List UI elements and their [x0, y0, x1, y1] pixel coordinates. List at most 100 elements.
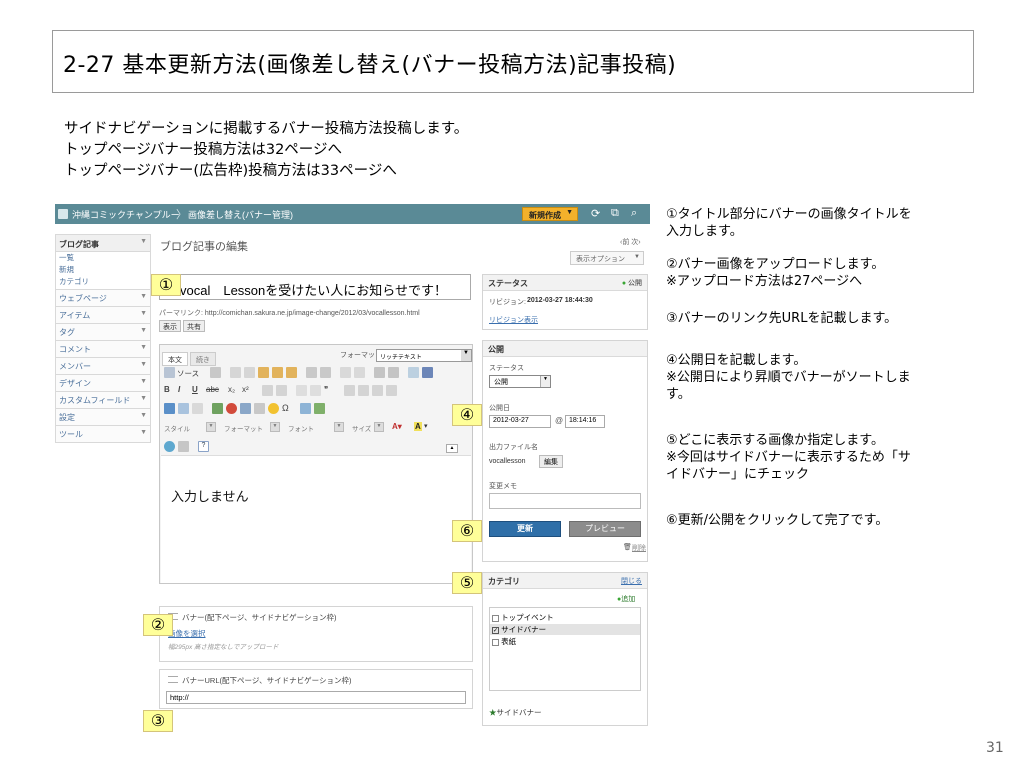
checkbox-unchecked[interactable]: [492, 614, 499, 622]
sidebar-item-custom-field[interactable]: カスタムフィールド ▼: [55, 392, 151, 409]
preview-doc-icon[interactable]: [210, 367, 221, 378]
editor-body[interactable]: 入力しません: [161, 455, 471, 583]
page-break-icon[interactable]: [300, 403, 311, 414]
bg-color-icon[interactable]: A: [414, 422, 422, 431]
chevron-down-icon[interactable]: ▼: [206, 422, 216, 432]
home-icon[interactable]: [58, 209, 68, 219]
publish-date-input[interactable]: 2012-03-27: [489, 415, 551, 428]
sidebar-sub-list[interactable]: 一覧: [55, 252, 151, 264]
close-link[interactable]: 閉じる: [621, 576, 642, 586]
category-item[interactable]: 表紙: [490, 636, 640, 647]
delete-link[interactable]: 削除: [632, 543, 646, 553]
help-icon[interactable]: ?: [198, 441, 209, 452]
chevron-down-icon[interactable]: ▼: [374, 422, 384, 432]
find-icon[interactable]: [374, 367, 385, 378]
align-justify-icon[interactable]: [386, 385, 397, 396]
style-select-label[interactable]: スタイル: [164, 423, 190, 433]
sidebar-item-blog[interactable]: ブログ記事 ▼: [55, 234, 151, 252]
sidebar-item-member[interactable]: メンバー ▼: [55, 358, 151, 375]
preview-button[interactable]: プレビュー: [569, 521, 641, 537]
tab-more[interactable]: 続き: [190, 352, 216, 366]
revision-link[interactable]: リビジョン表示: [489, 315, 538, 325]
globe-icon[interactable]: [164, 441, 175, 452]
new-create-button[interactable]: 新規作成 ▼: [522, 207, 578, 221]
permalink-url[interactable]: http://comichan.sakura.ne.jp/image-chang…: [205, 310, 420, 317]
sidebar-item-tag[interactable]: タグ ▼: [55, 324, 151, 341]
italic-icon[interactable]: I: [178, 385, 189, 396]
drag-handle-icon[interactable]: [168, 676, 178, 683]
title-input[interactable]: vocal Lessonを受けたい人にお知らせです！: [159, 274, 471, 300]
sidebar-sub-category[interactable]: カテゴリ: [55, 276, 151, 290]
numbered-list-icon[interactable]: [262, 385, 273, 396]
underline-icon[interactable]: U: [192, 385, 203, 396]
chevron-down-icon[interactable]: ▾: [424, 422, 428, 430]
align-right-icon[interactable]: [372, 385, 383, 396]
template-icon[interactable]: [314, 403, 325, 414]
source-icon[interactable]: [164, 367, 175, 378]
search-icon[interactable]: ⌕: [631, 207, 637, 220]
paste-word-icon[interactable]: [286, 367, 297, 378]
format-select[interactable]: リッチテキスト ▼: [376, 349, 472, 362]
checkbox-checked-icon[interactable]: ✓: [492, 626, 499, 634]
select-all-icon[interactable]: [408, 367, 419, 378]
undo-icon[interactable]: [340, 367, 351, 378]
category-item[interactable]: トップイベント: [490, 612, 640, 623]
link-icon[interactable]: [164, 403, 175, 414]
format-select-label[interactable]: フォーマット: [224, 423, 263, 433]
paste-text-icon[interactable]: [272, 367, 283, 378]
anchor-icon[interactable]: [192, 403, 203, 414]
size-select-label[interactable]: サイズ: [352, 423, 371, 433]
paste-icon[interactable]: [258, 367, 269, 378]
collapse-toolbar-icon[interactable]: ▲: [446, 444, 458, 453]
publish-time-input[interactable]: 18:14:16: [565, 415, 605, 428]
superscript-icon[interactable]: x²: [242, 385, 253, 396]
align-left-icon[interactable]: [344, 385, 355, 396]
sidebar-item-tools[interactable]: ツール ▼: [55, 426, 151, 443]
image-icon[interactable]: [212, 403, 223, 414]
blockquote-icon[interactable]: ❞: [324, 385, 335, 396]
unlink-icon[interactable]: [178, 403, 189, 414]
subscript-icon[interactable]: x₂: [228, 385, 239, 396]
horizontal-rule-icon[interactable]: [254, 403, 265, 414]
update-button[interactable]: 更新: [489, 521, 561, 537]
smiley-icon[interactable]: [268, 403, 279, 414]
chevron-down-icon[interactable]: ▼: [334, 422, 344, 432]
redo-icon[interactable]: [354, 367, 365, 378]
share-button[interactable]: 共有: [183, 320, 205, 332]
sidebar-item-asset[interactable]: アイテム ▼: [55, 307, 151, 324]
spellcheck-icon[interactable]: [306, 367, 317, 378]
view-button[interactable]: 表示: [159, 320, 181, 332]
bullet-list-icon[interactable]: [276, 385, 287, 396]
tab-body[interactable]: 本文: [162, 352, 188, 366]
cut-icon[interactable]: [230, 367, 241, 378]
category-item[interactable]: ✓ サイドバナー: [490, 624, 640, 635]
chevron-down-icon[interactable]: ▼: [270, 422, 280, 432]
sidebar-item-settings[interactable]: 設定 ▼: [55, 409, 151, 426]
align-center-icon[interactable]: [358, 385, 369, 396]
banner-url-input[interactable]: http://: [166, 691, 466, 704]
sidebar-sub-new[interactable]: 新規: [55, 264, 151, 276]
select-image-link[interactable]: 画像を選択: [168, 628, 206, 639]
outdent-icon[interactable]: [296, 385, 307, 396]
add-category[interactable]: ●追加: [617, 594, 635, 604]
sidebar-item-webpage[interactable]: ウェブページ ▼: [55, 290, 151, 307]
remove-format-icon[interactable]: [422, 367, 433, 378]
replace-icon[interactable]: [388, 367, 399, 378]
sidebar-item-design[interactable]: デザイン ▼: [55, 375, 151, 392]
prev-link[interactable]: ‹前: [620, 239, 629, 246]
external-link-icon[interactable]: ⧉: [611, 207, 619, 220]
spellcheck-menu-icon[interactable]: [320, 367, 331, 378]
source-label[interactable]: ソース: [177, 368, 199, 379]
copy-icon[interactable]: [244, 367, 255, 378]
bold-icon[interactable]: B: [164, 385, 175, 396]
filename-edit-button[interactable]: 編集: [539, 455, 563, 468]
publish-status-select[interactable]: 公開 ▼: [489, 375, 551, 388]
strike-icon[interactable]: abc: [206, 385, 219, 396]
change-memo-input[interactable]: [489, 493, 641, 509]
refresh-icon[interactable]: ⟳: [591, 207, 600, 220]
display-options-button[interactable]: 表示オプション ▼: [570, 251, 644, 265]
maximize-icon[interactable]: [178, 441, 189, 452]
site-name-link[interactable]: 沖縄コミックチャンプルー: [72, 208, 180, 221]
indent-icon[interactable]: [310, 385, 321, 396]
special-char-icon[interactable]: Ω: [282, 403, 293, 414]
